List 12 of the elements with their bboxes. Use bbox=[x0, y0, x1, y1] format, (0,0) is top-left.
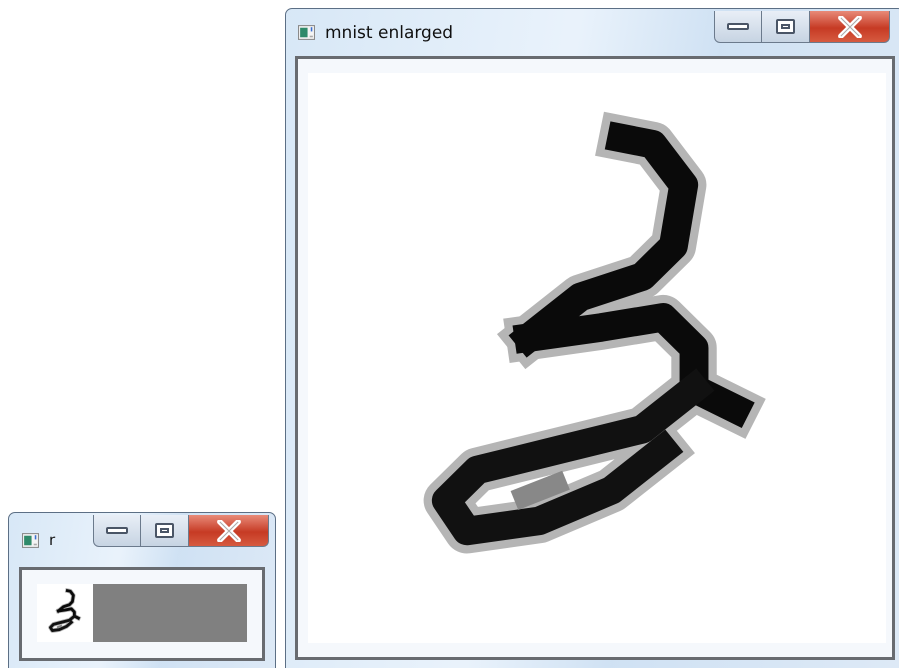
app-icon bbox=[298, 25, 315, 40]
app-icon bbox=[22, 532, 39, 548]
maximize-button[interactable] bbox=[762, 11, 810, 43]
window-title: r bbox=[49, 531, 56, 549]
close-button[interactable] bbox=[810, 11, 890, 43]
window-title: mnist enlarged bbox=[325, 22, 454, 42]
minimize-button[interactable] bbox=[714, 11, 762, 43]
close-button[interactable] bbox=[189, 515, 269, 547]
close-icon bbox=[216, 520, 242, 542]
close-icon bbox=[836, 16, 862, 38]
maximize-button[interactable] bbox=[141, 515, 189, 547]
minimize-button[interactable] bbox=[93, 515, 141, 547]
